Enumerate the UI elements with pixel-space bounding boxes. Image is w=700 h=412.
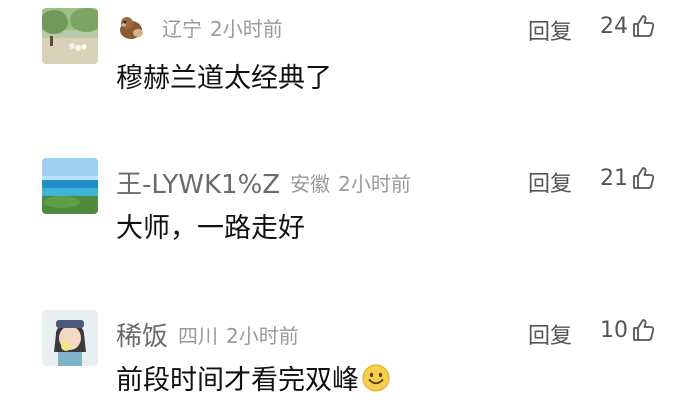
- timestamp: 2小时前: [210, 16, 283, 41]
- reply-button[interactable]: 回复: [528, 318, 572, 350]
- cartoon-girl-avatar-icon: [42, 310, 98, 366]
- username[interactable]: 王-LYWK1%Z: [116, 164, 280, 201]
- park-scene-avatar-icon: [42, 8, 98, 64]
- ocean-beach-avatar-icon: [42, 158, 98, 214]
- smile-emoji-icon: [362, 364, 390, 391]
- thumbs-up-icon: [633, 319, 655, 341]
- reply-button[interactable]: 回复: [528, 166, 572, 198]
- timestamp: 2小时前: [338, 172, 411, 196]
- like-button[interactable]: 24: [600, 13, 656, 39]
- comment-text: 穆赫兰道太经典了: [116, 56, 332, 95]
- like-count: 24: [600, 13, 628, 39]
- avatar[interactable]: [42, 8, 98, 64]
- avatar[interactable]: [42, 158, 98, 214]
- comment-text-content: 前段时间才看完双峰: [116, 365, 359, 396]
- avatar[interactable]: [42, 310, 98, 366]
- comment-text-content: 大师，一路走好: [116, 213, 305, 244]
- location-label: 安徽: [290, 172, 331, 196]
- like-button[interactable]: 10: [600, 317, 656, 343]
- thumbs-up-icon: [633, 167, 655, 189]
- comment-text: 前段时间才看完双峰: [116, 358, 391, 397]
- like-count: 10: [600, 317, 628, 343]
- like-count: 21: [600, 165, 628, 191]
- thumbs-up-icon: [633, 15, 655, 37]
- location-label: 四川: [178, 324, 219, 348]
- timestamp: 2小时前: [226, 324, 299, 348]
- comment-text-content: 穆赫兰道太经典了: [116, 63, 332, 94]
- username[interactable]: 稀饭: [116, 316, 168, 353]
- otter-emoji-icon: [120, 17, 143, 39]
- like-button[interactable]: 21: [600, 165, 656, 191]
- comment-text: 大师，一路走好: [116, 206, 305, 245]
- location-label: 辽宁: [162, 16, 202, 41]
- reply-button[interactable]: 回复: [528, 14, 572, 46]
